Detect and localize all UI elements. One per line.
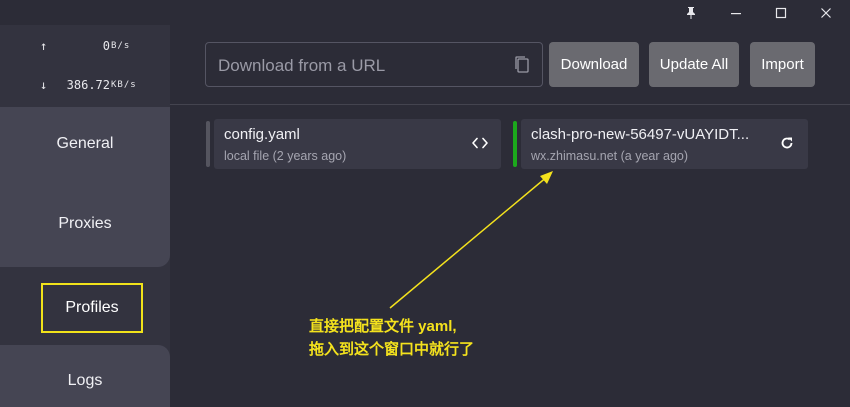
profile-name: config.yaml (224, 126, 300, 143)
profile-name: clash-pro-new-56497-vUAYIDT... (531, 126, 750, 143)
download-value: 386.72 (66, 78, 110, 92)
profile-source: wx.zhimasu.net (a year ago) (531, 149, 689, 163)
url-input[interactable] (216, 43, 500, 88)
maximize-icon (775, 7, 786, 18)
paste-icon[interactable] (513, 55, 531, 75)
download-button-label: Download (560, 56, 628, 73)
close-button[interactable] (803, 0, 848, 25)
download-speed: ↓ 386.72 KB/s (0, 66, 170, 104)
nav-item-general[interactable]: General (0, 135, 170, 153)
toolbar-divider (170, 104, 850, 105)
edit-button[interactable] (470, 133, 490, 153)
pin-icon (686, 6, 695, 19)
url-box (205, 42, 543, 88)
profile-card[interactable]: clash-pro-new-56497-vUAYIDT... wx.zhimas… (513, 119, 808, 169)
nav-group-top: General Proxies (0, 107, 170, 267)
pin-button[interactable] (668, 0, 713, 25)
annotation-line-1: 直接把配置文件 yaml, (309, 318, 457, 335)
profile-active-indicator (513, 121, 517, 167)
nav-item-profiles-label: Profiles (65, 299, 119, 316)
annotation-text: 直接把配置文件 yaml, 拖入到这个窗口中就行了 (309, 315, 474, 361)
update-all-button-label: Update All (659, 56, 729, 73)
refresh-icon (781, 137, 793, 149)
close-icon (820, 7, 831, 18)
upload-arrow-icon: ↑ (40, 39, 48, 53)
refresh-button[interactable] (777, 133, 797, 153)
download-unit: KB/s (111, 80, 137, 90)
title-bar (0, 0, 850, 25)
minimize-button[interactable] (713, 0, 758, 25)
annotation-line-2: 拖入到这个窗口中就行了 (309, 341, 475, 358)
profile-source: local file (2 years ago) (224, 149, 347, 163)
import-button-label: Import (761, 56, 804, 73)
code-icon (472, 137, 488, 149)
maximize-button[interactable] (758, 0, 803, 25)
upload-value: 0 (102, 39, 110, 53)
download-button[interactable]: Download (549, 42, 639, 87)
nav-item-proxies[interactable]: Proxies (0, 215, 170, 233)
profile-card[interactable]: config.yaml local file (2 years ago) (206, 119, 501, 169)
sidebar: ↑ 0 B/s ↓ 386.72 KB/s General Proxies Lo… (0, 25, 170, 407)
upload-unit: B/s (111, 41, 131, 51)
upload-speed: ↑ 0 B/s (0, 27, 170, 65)
nav-item-logs-label: Logs (67, 372, 103, 389)
nav-item-logs[interactable]: Logs (0, 345, 170, 407)
nav-item-profiles[interactable]: Profiles (41, 283, 143, 333)
download-arrow-icon: ↓ (40, 78, 48, 92)
minimize-icon (730, 12, 741, 14)
profile-inactive-indicator (206, 121, 210, 167)
update-all-button[interactable]: Update All (649, 42, 739, 87)
import-button[interactable]: Import (750, 42, 815, 87)
